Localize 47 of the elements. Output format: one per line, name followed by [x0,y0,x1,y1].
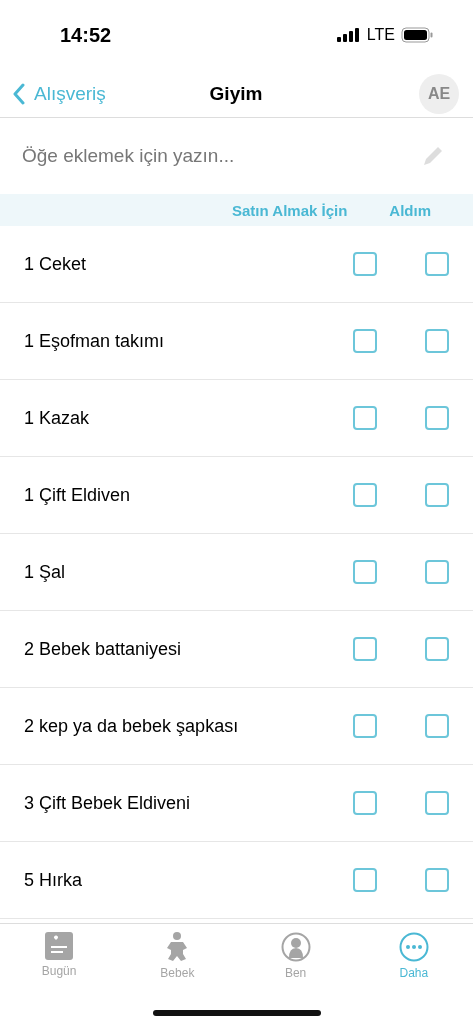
person-icon [280,932,311,962]
add-item-field[interactable]: Öğe eklemek için yazın... [12,137,421,175]
checkbox[interactable] [353,637,377,661]
back-link[interactable]: Alışveriş [12,82,106,105]
more-icon [398,932,429,962]
signal-icon [336,28,361,42]
tab[interactable]: Ben [236,932,355,980]
card-icon [45,932,74,960]
checkbox[interactable] [353,406,377,430]
battery-icon [401,27,433,43]
column-header: Aldım [389,201,431,219]
baby-icon [166,932,189,962]
checkbox[interactable] [353,252,377,276]
checkbox[interactable] [425,637,449,661]
checkbox[interactable] [425,560,449,584]
item-name: 1 Şal [24,561,67,583]
item-name: 1 Kazak [24,407,91,429]
checkbox[interactable] [425,329,449,353]
checkbox[interactable] [353,791,377,815]
chevron-left-icon [12,82,26,105]
checkbox[interactable] [425,868,449,892]
checkbox[interactable] [353,868,377,892]
checkbox[interactable] [353,560,377,584]
network-label: LTE [366,26,395,44]
checkbox[interactable] [353,329,377,353]
checkbox[interactable] [353,714,377,738]
tab[interactable]: Bebek [118,932,237,980]
checkbox[interactable] [353,483,377,507]
checkbox[interactable] [425,483,449,507]
item-name: 2 kep ya da bebek şapkası [24,715,240,737]
status-time: 14:52 [60,23,112,47]
tab[interactable]: Daha [354,932,473,980]
avatar-button[interactable]: AE [419,73,459,114]
item-name: 3 Çift Bebek Eldiveni [24,792,192,814]
item-name: 1 Çift Eldiven [24,484,132,506]
column-header: Satın Almak İçin [232,201,348,219]
item-name: 2 Bebek battaniyesi [24,638,183,660]
pencil-icon [421,144,445,168]
item-name: 1 Ceket [24,253,88,275]
checkbox[interactable] [425,406,449,430]
screen-title: Giyim [208,82,264,105]
checkbox[interactable] [425,714,449,738]
item-name: 5 Hırka [24,869,84,891]
checkbox[interactable] [425,791,449,815]
tab[interactable]: Bugün [0,932,119,980]
checkbox[interactable] [425,252,449,276]
item-name: 1 Eşofman takımı [24,330,166,352]
